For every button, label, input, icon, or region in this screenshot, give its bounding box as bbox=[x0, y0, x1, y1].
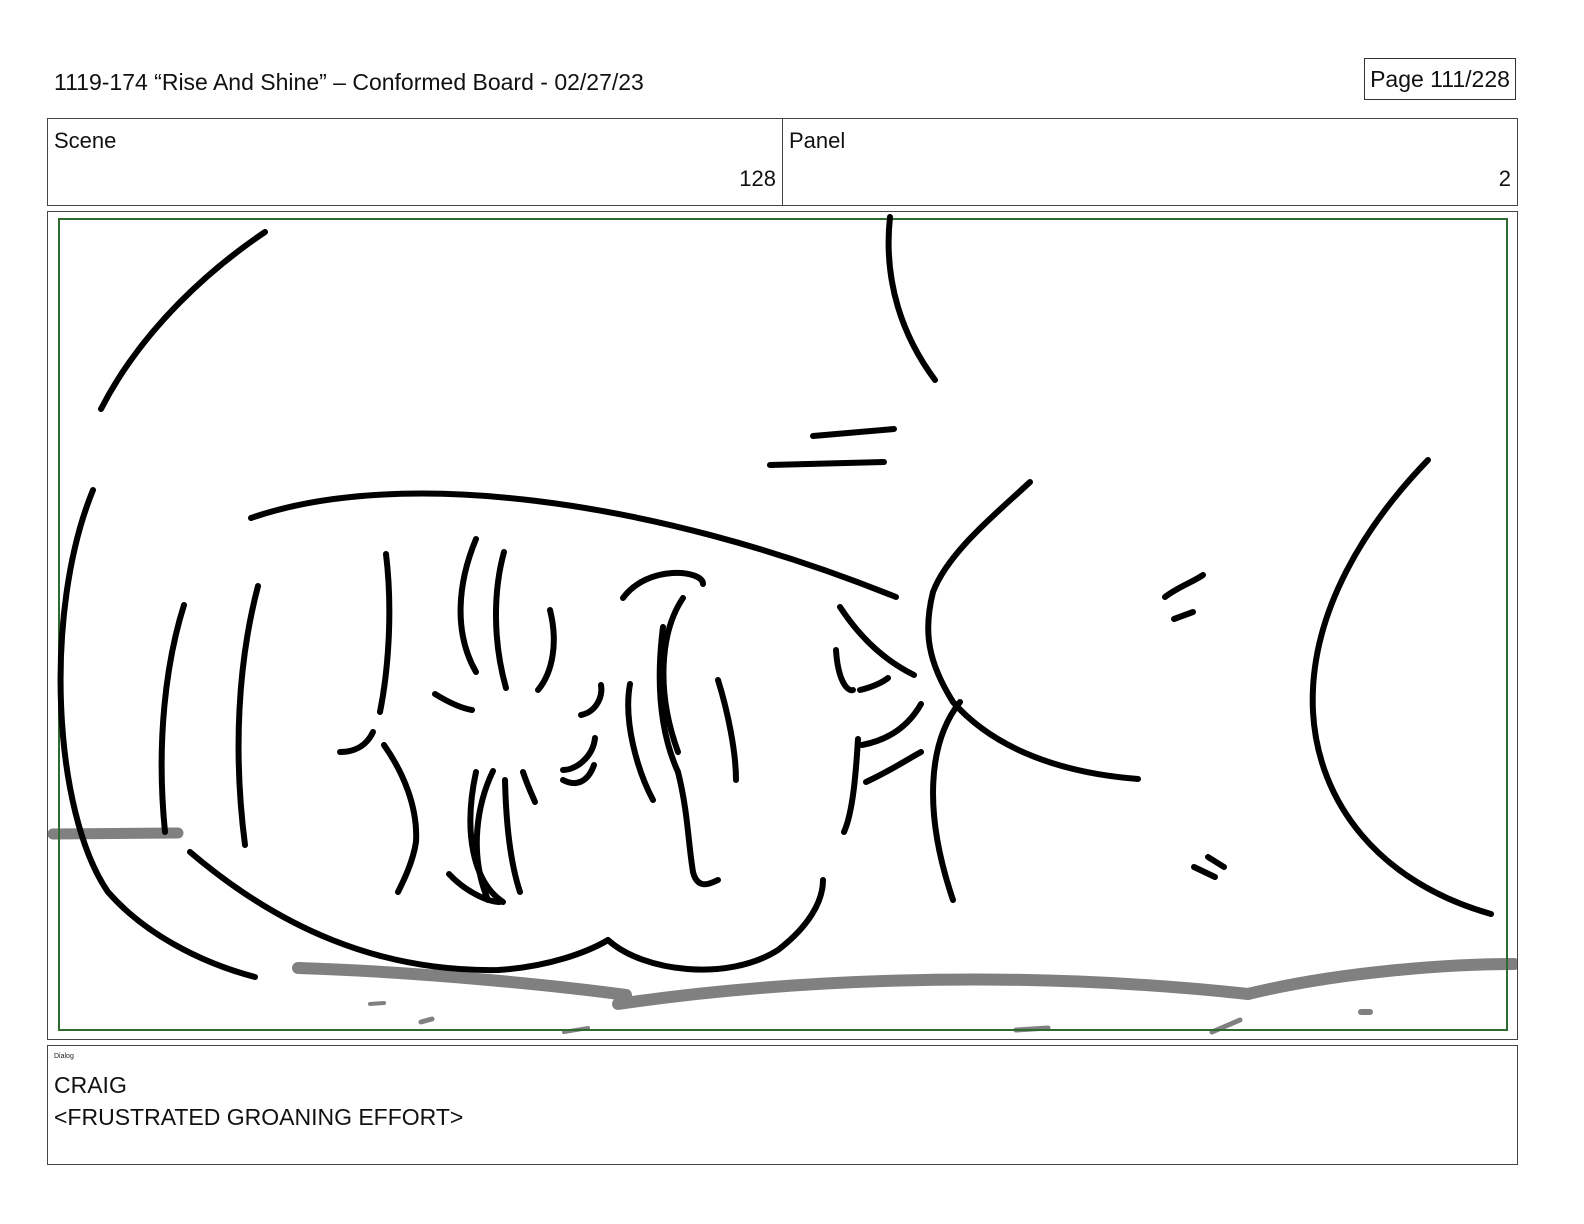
scene-label: Scene bbox=[54, 128, 117, 153]
page-number-box: Page 111/228 bbox=[1364, 58, 1516, 100]
scene-cell: Scene 128 bbox=[48, 119, 782, 205]
ground-strokes bbox=[48, 827, 1517, 1035]
dialog-character: CRAIG bbox=[54, 1072, 127, 1098]
dialog-label: Dialog bbox=[54, 1053, 74, 1060]
document-title: 1119-174 “Rise And Shine” – Conformed Bo… bbox=[54, 69, 644, 95]
scene-panel-info: Scene 128 Panel 2 bbox=[47, 118, 1518, 206]
storyboard-page: 1119-174 “Rise And Shine” – Conformed Bo… bbox=[0, 0, 1584, 1224]
face-sketch-lines bbox=[57, 214, 1494, 980]
storyboard-panel-frame bbox=[47, 211, 1518, 1040]
storyboard-sketch bbox=[48, 214, 1517, 1035]
scene-number: 128 bbox=[739, 166, 776, 191]
panel-number: 2 bbox=[1498, 166, 1511, 191]
dialog-box: Dialog CRAIG <FRUSTRATED GROANING EFFORT… bbox=[47, 1045, 1518, 1165]
safe-frame bbox=[58, 218, 1508, 1031]
panel-label: Panel bbox=[789, 128, 846, 153]
panel-cell: Panel 2 bbox=[782, 119, 1517, 205]
dialog-line: <FRUSTRATED GROANING EFFORT> bbox=[54, 1104, 464, 1130]
